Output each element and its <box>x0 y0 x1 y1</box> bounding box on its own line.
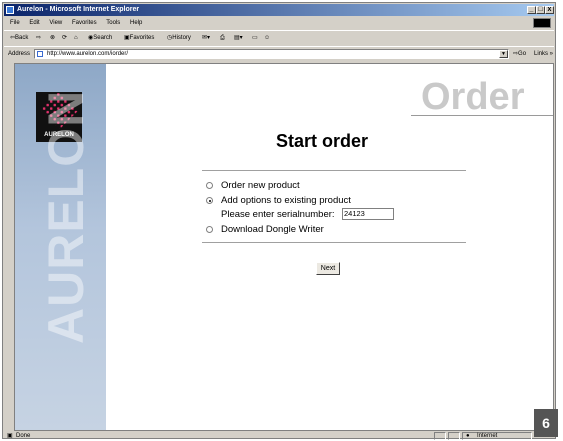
globe-icon: ● <box>466 433 470 439</box>
option-label: Add options to existing product <box>221 195 351 206</box>
status-zone: ● Internet <box>462 432 532 440</box>
banner-underline <box>411 115 553 116</box>
search-button[interactable]: ◉Search <box>88 31 112 46</box>
history-label: History <box>172 35 191 41</box>
maximize-button[interactable]: □ <box>536 6 545 14</box>
search-label: Search <box>93 35 113 41</box>
forward-button[interactable]: ⇨ <box>36 31 41 46</box>
edit-icon[interactable]: ▤▾ <box>234 31 243 46</box>
divider-top <box>202 170 466 171</box>
menu-file[interactable]: File <box>10 20 20 26</box>
address-input[interactable]: http://www.aurelon.com/iorder/ <box>34 49 509 59</box>
page-number-badge: 6 <box>534 409 558 437</box>
address-url: http://www.aurelon.com/iorder/ <box>47 51 129 57</box>
print-icon[interactable]: ⎙ <box>220 31 225 46</box>
menu-favorites[interactable]: Favorites <box>72 20 97 26</box>
status-segment <box>448 432 460 440</box>
discuss-icon[interactable]: ▭ <box>252 31 258 46</box>
page-icon <box>37 51 43 57</box>
radio-order-new-product[interactable] <box>206 182 213 189</box>
next-button[interactable]: Next <box>316 262 340 275</box>
favorites-button[interactable]: ▣Favorites <box>124 31 154 46</box>
zone-text: Internet <box>477 433 498 439</box>
home-icon[interactable]: ⌂ <box>74 31 78 46</box>
go-label: Go <box>518 51 527 57</box>
go-button[interactable]: ⇨Go <box>513 47 526 61</box>
menu-bar: File Edit View Favorites Tools Help <box>4 17 554 29</box>
minimize-button[interactable]: _ <box>527 6 536 14</box>
menu-view[interactable]: View <box>49 20 62 26</box>
status-bar: ▣ Done ● Internet <box>4 432 554 441</box>
status-page-icon: ▣ <box>7 433 13 439</box>
messenger-icon[interactable]: ☺ <box>264 31 270 46</box>
menu-edit[interactable]: Edit <box>29 20 39 26</box>
order-banner: Order <box>421 76 525 118</box>
back-button[interactable]: ⇦Back <box>10 31 28 46</box>
window-title: Aurelon - Microsoft Internet Explorer <box>17 6 140 13</box>
mail-icon[interactable]: ✉▾ <box>202 31 210 46</box>
vertical-brand-text: AURELON <box>38 89 94 344</box>
serial-label: Please enter serialnumber: <box>221 209 335 220</box>
sidebar-panel: AURELON AURELON <box>15 64 106 430</box>
address-label: Address <box>8 51 31 57</box>
page-title: Start order <box>276 131 369 151</box>
radio-add-options[interactable] <box>206 197 213 204</box>
browser-window: Aurelon - Microsoft Internet Explorer _ … <box>2 2 556 441</box>
stop-icon[interactable]: ⊗ <box>50 31 55 46</box>
page-content: AURELON AURELON Order Start order Order … <box>14 63 554 431</box>
option-label: Order new product <box>221 180 300 191</box>
ie-icon <box>6 6 14 14</box>
menu-tools[interactable]: Tools <box>106 20 120 26</box>
close-button[interactable]: x <box>545 6 554 14</box>
history-button[interactable]: ◷History <box>167 31 191 46</box>
radio-download-dongle-writer[interactable] <box>206 226 213 233</box>
divider-bottom <box>202 242 466 243</box>
refresh-icon[interactable]: ⟳ <box>62 31 67 46</box>
status-text: Done <box>16 433 31 439</box>
address-dropdown-button[interactable]: ▼ <box>499 50 508 58</box>
menu-help[interactable]: Help <box>130 20 142 26</box>
status-segment <box>434 432 446 440</box>
serial-number-input[interactable]: 24123 <box>342 208 394 220</box>
title-bar: Aurelon - Microsoft Internet Explorer _ … <box>4 4 554 16</box>
toolbar: ⇦Back ⇨ ⊗ ⟳ ⌂ ◉Search ▣Favorites ◷Histor… <box>4 30 554 47</box>
links-button[interactable]: Links » <box>534 47 553 61</box>
windows-logo-icon <box>533 18 551 28</box>
option-label: Download Dongle Writer <box>221 224 324 235</box>
favorites-label: Favorites <box>129 35 155 41</box>
address-bar: Address http://www.aurelon.com/iorder/ ▼… <box>4 46 554 61</box>
